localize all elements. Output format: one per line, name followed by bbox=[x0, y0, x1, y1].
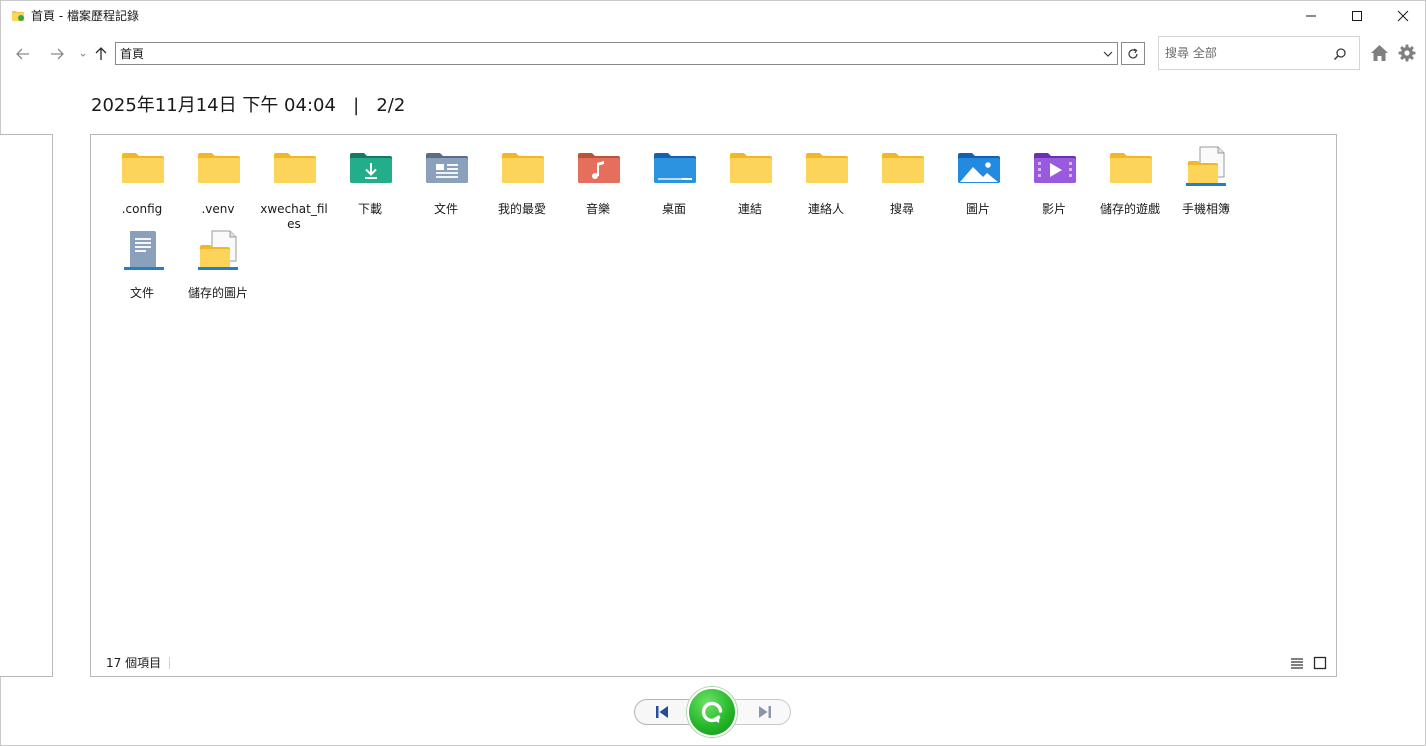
file-item-label: 桌面 bbox=[661, 202, 686, 216]
next-version-button[interactable] bbox=[733, 699, 791, 725]
address-dropdown-icon[interactable] bbox=[1101, 47, 1115, 61]
file-item[interactable]: 儲存的遊戲 bbox=[1094, 145, 1166, 223]
details-view-icon[interactable] bbox=[1290, 656, 1304, 670]
item-count: 17 個項目 bbox=[106, 656, 162, 670]
file-item-label: 儲存的圖片 bbox=[187, 286, 248, 300]
file-item[interactable]: 儲存的圖片 bbox=[182, 229, 254, 307]
file-item-label: 搜尋 bbox=[889, 202, 914, 216]
previous-version-button[interactable] bbox=[634, 699, 694, 725]
back-button[interactable] bbox=[13, 44, 33, 64]
gear-icon[interactable] bbox=[1398, 44, 1416, 62]
file-item[interactable]: 搜尋 bbox=[866, 145, 938, 223]
folder-icon bbox=[728, 145, 774, 189]
backup-timestamp: 2025年11月14日 下午 04:04 | 2/2 bbox=[91, 95, 406, 116]
skip-previous-icon bbox=[656, 706, 668, 718]
search-icon[interactable] bbox=[1333, 47, 1347, 61]
file-item-label: 文件 bbox=[129, 286, 154, 300]
file-item-label: xwechat_files bbox=[260, 202, 328, 231]
address-text: 首頁 bbox=[120, 47, 145, 61]
folder-icon bbox=[272, 145, 318, 189]
library-icon bbox=[1184, 145, 1230, 189]
file-item[interactable]: 音樂 bbox=[562, 145, 634, 223]
file-item-label: 連結 bbox=[737, 202, 762, 216]
file-item[interactable]: 下載 bbox=[334, 145, 406, 223]
current-version-panel: .config .venv xwechat_files 下載 文件 我的最愛 音樂 桌面 連結連… bbox=[90, 134, 1337, 677]
arrow-up-icon bbox=[95, 47, 107, 60]
up-button[interactable] bbox=[91, 44, 111, 64]
pictures-folder-icon bbox=[956, 145, 1002, 189]
folder-icon bbox=[120, 145, 166, 189]
file-item[interactable]: 桌面 bbox=[638, 145, 710, 223]
file-item-label: 連絡人 bbox=[807, 202, 844, 216]
file-item[interactable]: .config bbox=[106, 145, 178, 223]
file-item[interactable]: 手機相簿 bbox=[1170, 145, 1242, 223]
file-item[interactable]: 文件 bbox=[410, 145, 482, 223]
file-item[interactable]: 圖片 bbox=[942, 145, 1014, 223]
close-button[interactable] bbox=[1380, 0, 1426, 32]
file-item[interactable]: 文件 bbox=[106, 229, 178, 307]
refresh-button[interactable] bbox=[1121, 42, 1145, 65]
file-item[interactable]: .venv bbox=[182, 145, 254, 223]
minimize-icon bbox=[1306, 15, 1316, 17]
maximize-button[interactable] bbox=[1334, 0, 1380, 32]
file-history-app-icon bbox=[12, 11, 24, 21]
file-item-label: 音樂 bbox=[585, 202, 610, 216]
file-item[interactable]: xwechat_files bbox=[258, 145, 330, 231]
folder-icon bbox=[1108, 145, 1154, 189]
status-divider bbox=[169, 657, 170, 669]
chevron-down-icon bbox=[80, 53, 86, 57]
file-item-label: 文件 bbox=[433, 202, 458, 216]
file-item-label: 我的最愛 bbox=[497, 202, 546, 216]
close-icon bbox=[1397, 10, 1409, 22]
window-title: 首頁 - 檔案歷程記錄 bbox=[31, 9, 139, 23]
file-item[interactable]: 影片 bbox=[1018, 145, 1090, 223]
folder-icon bbox=[804, 145, 850, 189]
library-icon bbox=[196, 229, 242, 273]
file-item-label: 手機相簿 bbox=[1181, 202, 1230, 216]
file-item[interactable]: 我的最愛 bbox=[486, 145, 558, 223]
title-bar: 首頁 - 檔案歷程記錄 bbox=[0, 0, 1426, 32]
file-item-label: 圖片 bbox=[965, 202, 990, 216]
folder-icon bbox=[196, 145, 242, 189]
previous-version-panel[interactable] bbox=[0, 134, 53, 677]
documents-library-icon bbox=[120, 229, 166, 273]
skip-next-icon bbox=[759, 706, 771, 718]
search-input[interactable]: 搜尋 全部 bbox=[1158, 36, 1360, 70]
videos-folder-icon bbox=[1032, 145, 1078, 189]
desktop-folder-icon bbox=[652, 145, 698, 189]
file-item[interactable]: 連結 bbox=[714, 145, 786, 223]
downloads-folder-icon bbox=[348, 145, 394, 189]
refresh-icon bbox=[1128, 47, 1138, 58]
minimize-button[interactable] bbox=[1288, 0, 1334, 32]
file-item-label: 下載 bbox=[357, 202, 382, 216]
music-folder-icon bbox=[576, 145, 622, 189]
home-icon[interactable] bbox=[1370, 44, 1389, 62]
recent-locations-button[interactable] bbox=[78, 44, 88, 64]
file-item-label: 儲存的遊戲 bbox=[1099, 202, 1160, 216]
folder-icon bbox=[880, 145, 926, 189]
restore-icon bbox=[701, 701, 723, 723]
restore-button[interactable] bbox=[687, 687, 737, 737]
file-item-label: .venv bbox=[201, 202, 235, 216]
arrow-left-icon bbox=[16, 48, 29, 60]
address-bar[interactable]: 首頁 bbox=[115, 42, 1118, 65]
documents-folder-icon bbox=[424, 145, 470, 189]
large-icons-view-icon[interactable] bbox=[1313, 656, 1327, 670]
file-item-label: 影片 bbox=[1041, 202, 1066, 216]
folder-icon bbox=[500, 145, 546, 189]
forward-button[interactable] bbox=[47, 44, 67, 64]
arrow-right-icon bbox=[51, 48, 64, 60]
search-placeholder: 搜尋 全部 bbox=[1165, 46, 1217, 60]
file-item[interactable]: 連絡人 bbox=[790, 145, 862, 223]
file-item-label: .config bbox=[121, 202, 163, 216]
maximize-icon bbox=[1352, 11, 1362, 21]
